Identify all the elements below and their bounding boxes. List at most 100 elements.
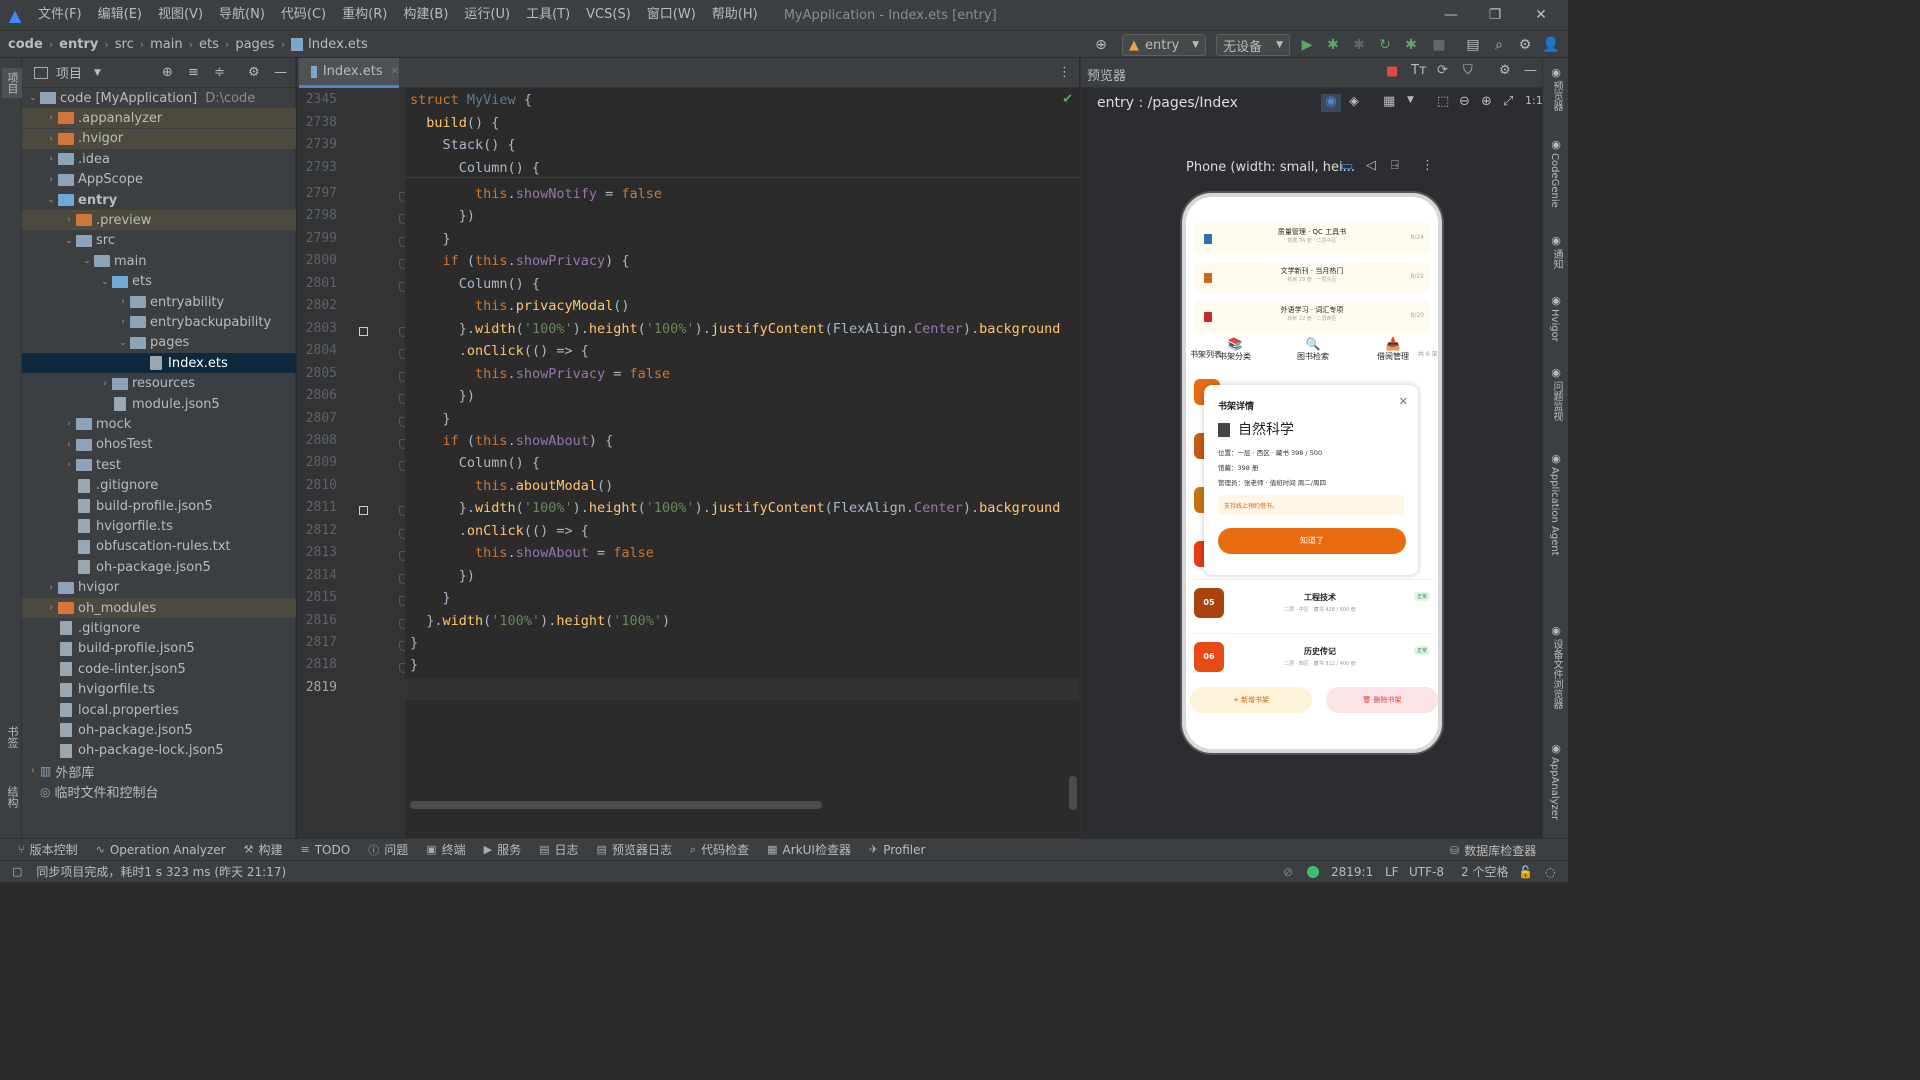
close-tab-icon[interactable]: ✕ (391, 66, 399, 77)
chevron-down-icon[interactable]: ⌄ (98, 277, 112, 287)
maximize-button[interactable]: ❐ (1472, 0, 1518, 30)
tree-node[interactable]: Index.ets (22, 353, 296, 374)
chevron-right-icon[interactable]: › (62, 419, 76, 429)
tree-node[interactable]: obfuscation-rules.txt (22, 537, 296, 557)
tree-node[interactable]: › oh_modules (22, 598, 296, 618)
phone-preview[interactable]: 质量管理 · QC 工具书 数据 34 册 · 二层中区 8/24 文学新刊 · 当月… (1182, 193, 1442, 753)
chevron-right-icon[interactable]: › (26, 766, 40, 776)
menu-item[interactable]: VCS(S) (578, 0, 639, 30)
run-config-select[interactable]: ▲ entry ▼ (1122, 34, 1206, 56)
more-icon[interactable]: ⋮ (1058, 65, 1071, 80)
arkui-inspector-tool[interactable]: ▦ ArkUI检查器 (767, 841, 851, 858)
chevron-right-icon[interactable]: › (44, 175, 58, 185)
chevron-right-icon[interactable]: › (62, 440, 76, 450)
version-control-tool[interactable]: ⑂ 版本控制 (18, 841, 78, 858)
search-icon[interactable]: ⌕ (1488, 34, 1510, 56)
locate-icon[interactable]: ⊕ (162, 65, 173, 80)
bookmarks-tool-tab[interactable]: 书签 (4, 726, 20, 748)
stop-icon[interactable]: ■ (1428, 34, 1450, 56)
quick-action-borrow[interactable]: 📥 借阅管理 (1370, 337, 1416, 362)
tree-node[interactable]: .gitignore (22, 476, 296, 496)
project-tool-tab[interactable]: 项目 (2, 68, 22, 98)
tree-node[interactable]: oh-package-lock.json5 (22, 741, 296, 761)
tree-node[interactable]: › hvigor (22, 578, 296, 598)
tree-node[interactable]: › .appanalyzer (22, 108, 296, 129)
vertical-scrollbar[interactable] (1069, 776, 1077, 810)
menu-item[interactable]: 代码(C) (273, 0, 334, 30)
breadcrumb-index-ets[interactable]: Index.ets (308, 37, 368, 52)
project-structure-icon[interactable]: ▤ (1462, 34, 1484, 56)
confirm-button[interactable]: 知道了 (1218, 528, 1406, 554)
original-size-icon[interactable]: 1:1 (1525, 94, 1543, 107)
settings-icon[interactable]: ⚙ (1514, 34, 1536, 56)
tree-node[interactable]: › mock (22, 414, 296, 434)
tree-node[interactable]: › ohosTest (22, 435, 296, 455)
frame-icon[interactable]: ⬚ (1437, 94, 1449, 109)
apply-changes-icon[interactable]: ↻ (1374, 34, 1396, 56)
project-panel-title[interactable]: 项目 (56, 63, 82, 82)
book-card[interactable]: 文学新刊 · 当月热门 新到 28 册 · 一层东区 8/22 (1194, 262, 1430, 294)
chevron-right-icon[interactable]: › (44, 134, 58, 144)
tree-node[interactable]: ⌄ src (22, 231, 296, 251)
fit-icon[interactable]: ⤢ (1503, 94, 1513, 109)
tree-node[interactable]: build-profile.json5 (22, 639, 296, 659)
breadcrumb-src[interactable]: src (115, 37, 134, 52)
menu-item[interactable]: 工具(T) (518, 0, 578, 30)
account-icon[interactable]: 👤 (1540, 34, 1562, 56)
lock-icon[interactable]: 🔓 (1518, 865, 1533, 879)
inspector-icon[interactable]: ⛉ (1463, 63, 1473, 78)
tree-node[interactable]: › ▥ 外部库 (22, 761, 296, 781)
tree-node[interactable]: hvigorfile.ts (22, 680, 296, 700)
chevron-right-icon[interactable]: › (62, 215, 76, 225)
build-tool[interactable]: ⚒ 构建 (244, 841, 283, 858)
line-separator[interactable]: LF (1385, 865, 1399, 879)
tree-node[interactable]: code-linter.json5 (22, 659, 296, 679)
tree-node[interactable]: › resources (22, 374, 296, 394)
add-shelf-button[interactable]: + 新增书架 (1190, 687, 1312, 713)
tab-index-ets[interactable]: Index.ets ✕ (299, 58, 399, 88)
close-button[interactable]: ✕ (1518, 0, 1564, 30)
tree-node[interactable]: oh-package.json5 (22, 557, 296, 577)
rotate-icon[interactable]: ◁ (1366, 158, 1376, 173)
run-icon[interactable]: ▶ (1296, 34, 1318, 56)
device-file-browser-tool-tab[interactable]: ◉ 设备文件浏览器 (1543, 624, 1569, 709)
menu-item[interactable]: 运行(U) (456, 0, 518, 30)
more-icon[interactable]: ⋮ (1421, 158, 1434, 173)
menu-item[interactable]: 构建(B) (395, 0, 456, 30)
chevron-right-icon[interactable]: › (116, 317, 130, 327)
appanalyzer-tool-tab[interactable]: ◉ AppAnalyzer (1543, 742, 1569, 820)
todo-tool[interactable]: ≡ TODO (301, 843, 351, 857)
horizontal-scrollbar[interactable] (410, 801, 822, 809)
previewer-tool-tab[interactable]: ◉ 预览器 (1543, 66, 1569, 111)
tree-node[interactable]: › .idea (22, 149, 296, 169)
target-icon[interactable]: ⊕ (1090, 34, 1112, 56)
book-card[interactable]: 质量管理 · QC 工具书 数据 34 册 · 二层中区 8/24 (1194, 223, 1430, 255)
quick-action-categories[interactable]: 📚 书架分类 (1212, 337, 1258, 362)
delete-shelf-button[interactable]: 🗑 删除书架 (1326, 687, 1438, 713)
chevron-down-icon[interactable]: ⌄ (116, 338, 130, 348)
tree-node[interactable]: local.properties (22, 700, 296, 720)
tree-node[interactable]: oh-package.json5 (22, 720, 296, 740)
collapse-all-icon[interactable]: ≑ (214, 65, 225, 80)
chevron-right-icon[interactable]: › (116, 297, 130, 307)
color-swatch-icon[interactable] (359, 326, 368, 336)
problems-tool[interactable]: ⓘ 问题 (368, 841, 408, 858)
chevron-right-icon[interactable]: › (62, 460, 76, 470)
tree-node[interactable]: › entryability (22, 292, 296, 312)
log-tool[interactable]: ▤ 日志 (539, 841, 578, 858)
breadcrumb-code[interactable]: code (8, 37, 43, 52)
problems-monitor-tool-tab[interactable]: ◉ 问题监视 (1543, 366, 1569, 421)
services-tool[interactable]: ▶ 服务 (484, 841, 521, 858)
grid-icon[interactable]: ▦ (1383, 94, 1395, 109)
device-type-icon[interactable]: ▭ (1341, 159, 1353, 174)
codegenie-tool-tab[interactable]: ◉ CodeGenie (1543, 138, 1569, 208)
foldable-icon[interactable]: ⍈ (1391, 158, 1399, 173)
menu-item[interactable]: 窗口(W) (639, 0, 704, 30)
tree-node[interactable]: .gitignore (22, 618, 296, 638)
menu-item[interactable]: 文件(F) (30, 0, 90, 30)
hvigor-tool-tab[interactable]: ◉ Hvigor (1543, 294, 1569, 342)
file-encoding[interactable]: UTF-8 (1409, 865, 1444, 879)
menu-item[interactable]: 视图(V) (150, 0, 211, 30)
cursor-position[interactable]: 2819:1 (1331, 865, 1373, 879)
hide-panel-icon[interactable]: — (274, 65, 287, 80)
